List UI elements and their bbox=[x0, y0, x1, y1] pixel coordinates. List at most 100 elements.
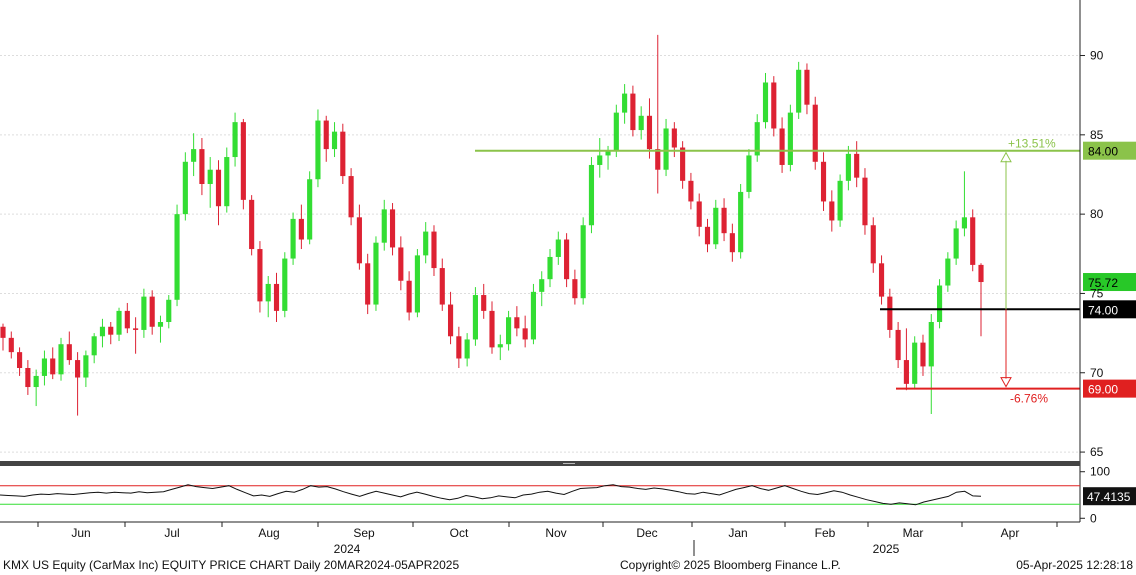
candle-body bbox=[249, 199, 255, 250]
candle-body bbox=[547, 256, 553, 280]
candle-body bbox=[630, 93, 636, 131]
candle-body bbox=[133, 328, 139, 330]
candle-body bbox=[199, 149, 205, 184]
candle-body bbox=[25, 368, 31, 388]
candle-body bbox=[75, 360, 81, 378]
candle-body bbox=[837, 180, 843, 221]
candle-body bbox=[762, 82, 769, 123]
candle-body bbox=[398, 247, 404, 281]
candle-body bbox=[539, 279, 545, 292]
candle-body bbox=[323, 120, 329, 150]
candle-body bbox=[166, 299, 172, 322]
candle-body bbox=[646, 115, 653, 150]
candle-body bbox=[878, 263, 885, 297]
candle-body bbox=[389, 209, 396, 248]
candle-body bbox=[99, 326, 106, 337]
candle-body bbox=[365, 263, 371, 305]
downside-annotation: -6.76% bbox=[1010, 392, 1048, 406]
candle-body bbox=[472, 295, 478, 340]
candle-body bbox=[787, 112, 793, 165]
candle-body bbox=[33, 375, 39, 388]
candle-body bbox=[290, 218, 296, 259]
candle-body bbox=[572, 279, 578, 299]
candle-body bbox=[854, 153, 860, 178]
candle-body bbox=[447, 304, 454, 337]
price-tick-label: 90 bbox=[1090, 49, 1104, 63]
candle-body bbox=[862, 177, 868, 226]
indicator-value-label: 47.4135 bbox=[1087, 490, 1131, 504]
candle-body bbox=[124, 310, 130, 329]
candle-body bbox=[17, 352, 23, 368]
month-label: Dec bbox=[636, 526, 657, 540]
reference-tag-label: 84.00 bbox=[1088, 145, 1118, 159]
candle-body bbox=[207, 169, 213, 184]
candle-body bbox=[729, 233, 735, 253]
candle-body bbox=[779, 128, 785, 165]
candle-body bbox=[597, 155, 603, 165]
candle-body bbox=[588, 164, 595, 226]
candle-body bbox=[282, 258, 288, 311]
candle-body bbox=[257, 249, 263, 302]
candle-body bbox=[381, 209, 387, 243]
candle-body bbox=[713, 207, 719, 245]
candle-body bbox=[191, 149, 197, 162]
indicator-tick-label: 0 bbox=[1090, 511, 1097, 525]
price-tick-label: 85 bbox=[1090, 128, 1104, 142]
candle-body bbox=[174, 214, 180, 300]
price-tick-label: 80 bbox=[1090, 207, 1104, 221]
candle-body bbox=[522, 328, 528, 340]
candle-body bbox=[812, 104, 818, 162]
candle-body bbox=[663, 128, 669, 170]
candle-body bbox=[845, 153, 851, 181]
candle-body bbox=[820, 161, 827, 202]
candle-body bbox=[771, 82, 777, 129]
candle-body bbox=[315, 120, 321, 180]
footer-timestamp: 05-Apr-2025 12:28:18 bbox=[1016, 558, 1133, 572]
month-label: Nov bbox=[545, 526, 566, 540]
candle-body bbox=[671, 128, 677, 148]
candle-body bbox=[423, 231, 429, 256]
price-tick-label: 65 bbox=[1090, 445, 1104, 459]
candle-body bbox=[489, 310, 495, 348]
candle-body bbox=[50, 358, 56, 375]
candle-body bbox=[978, 264, 984, 283]
candle-body bbox=[298, 218, 304, 240]
candle-body bbox=[746, 155, 752, 192]
candle-body bbox=[83, 355, 89, 378]
candle-body bbox=[514, 317, 520, 329]
candle-body bbox=[870, 225, 876, 264]
candle-body bbox=[953, 228, 959, 259]
candle-body bbox=[796, 69, 802, 113]
candle-body bbox=[887, 296, 893, 330]
year-label: 2024 bbox=[334, 542, 361, 556]
month-label: Feb bbox=[815, 526, 836, 540]
reference-tag-label: 69.00 bbox=[1088, 383, 1118, 397]
candle-body bbox=[66, 344, 72, 361]
candle-body bbox=[215, 169, 222, 207]
candle-body bbox=[373, 242, 379, 305]
candle-body bbox=[414, 255, 420, 313]
candle-body bbox=[655, 149, 661, 170]
candle-body bbox=[481, 295, 487, 311]
candle-body bbox=[108, 326, 114, 335]
candle-body bbox=[356, 217, 362, 264]
panel-divider bbox=[0, 461, 1080, 466]
month-label: Jan bbox=[728, 526, 747, 540]
candle-body bbox=[232, 122, 238, 158]
reference-tag-label: 74.00 bbox=[1088, 303, 1118, 317]
footer-copyright: Copyright© 2025 Bloomberg Finance L.P. bbox=[620, 558, 841, 572]
candle-body bbox=[704, 226, 711, 245]
candle-body bbox=[945, 258, 951, 286]
candle-body bbox=[273, 283, 280, 311]
candle-body bbox=[340, 131, 346, 177]
month-label: Jun bbox=[71, 526, 90, 540]
month-label: Jul bbox=[164, 526, 179, 540]
month-label: Sep bbox=[353, 526, 375, 540]
candle-body bbox=[613, 112, 619, 151]
candle-body bbox=[928, 322, 934, 367]
footer-title: KMX US Equity (CarMax Inc) EQUITY PRICE … bbox=[3, 558, 460, 572]
candle-body bbox=[829, 201, 835, 221]
candle-body bbox=[895, 329, 901, 361]
candle-body bbox=[555, 239, 561, 257]
candle-body bbox=[721, 207, 727, 234]
